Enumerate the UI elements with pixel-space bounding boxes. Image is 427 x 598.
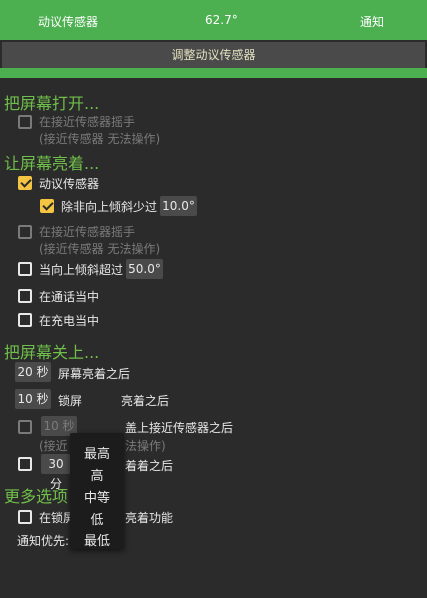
tab-notification[interactable]: 通知 (360, 13, 384, 30)
unless-tilt-label: 除非向上倾斜少过 (61, 200, 158, 214)
unless-tilt-checkbox[interactable] (40, 199, 54, 213)
priority-option-lowest[interactable]: 最低 (70, 530, 124, 549)
wave-keep-label: 在接近传感器摇手 (39, 225, 136, 239)
tilt-reading: 62.7° (205, 13, 238, 27)
screen-timeout-label: 屏幕亮着之后 (58, 367, 131, 381)
wave-keep-sublabel: (接近传感器 无法操作) (39, 242, 161, 256)
motion-sensor-checkbox[interactable] (18, 176, 32, 190)
screen-timeout-value[interactable]: 20 秒 (15, 362, 51, 382)
wave-on-checkbox[interactable] (18, 115, 32, 129)
lock-screen-label-end: 亮着功能 (125, 511, 174, 525)
in-call-checkbox[interactable] (18, 289, 32, 303)
accent-divider (0, 68, 427, 78)
cover-sensor-checkbox[interactable] (18, 420, 32, 434)
tilt-over-label: 当向上倾斜超过 (39, 263, 124, 277)
bright-timeout-checkbox[interactable] (18, 457, 32, 471)
priority-option-medium[interactable]: 中等 (70, 487, 124, 506)
bright-timeout-label: 着着之后 (125, 459, 174, 473)
unless-tilt-value[interactable]: 10.0° (160, 196, 197, 216)
wave-on-label: 在接近传感器摇手 (39, 115, 136, 129)
wave-keep-checkbox[interactable] (18, 225, 32, 239)
motion-sensor-label: 动议传感器 (39, 177, 100, 191)
adjust-sensor-button[interactable]: 调整动议传感器 (2, 42, 425, 68)
lock-timeout-value[interactable]: 10 秒 (15, 389, 51, 409)
priority-option-low[interactable]: 低 (70, 509, 124, 528)
tilt-over-checkbox[interactable] (18, 262, 32, 276)
priority-option-high[interactable]: 高 (70, 465, 124, 484)
top-bar: 动议传感器 62.7° 通知 (0, 0, 427, 40)
priority-option-highest[interactable]: 最高 (70, 443, 124, 462)
lock-screen-checkbox[interactable] (18, 510, 32, 524)
priority-popup-menu: 最高 高 中等 低 最低 (70, 433, 124, 549)
notify-priority-label: 通知优先: (17, 534, 70, 548)
tab-motion-sensor[interactable]: 动议传感器 (38, 13, 98, 30)
section-turn-on: 把屏幕打开... (4, 94, 100, 113)
lock-timeout-label-start: 锁屏 (58, 394, 83, 408)
section-more-options: 更多选项 (4, 487, 69, 506)
charging-label: 在充电当中 (39, 314, 100, 328)
section-turn-off: 把屏幕关上... (4, 343, 100, 362)
section-keep-on: 让屏幕亮着... (4, 154, 100, 173)
cover-sensor-sublabel-start: (接近 (39, 439, 68, 453)
lock-timeout-label-end: 亮着之后 (121, 394, 170, 408)
cover-sensor-sublabel-end: 法操作) (125, 439, 166, 453)
cover-sensor-label: 盖上接近传感器之后 (125, 421, 234, 435)
tilt-over-value[interactable]: 50.0° (126, 259, 163, 279)
bright-timeout-value[interactable]: 30 分 (41, 454, 71, 491)
in-call-label: 在通话当中 (39, 290, 100, 304)
wave-on-sublabel: (接近传感器 无法操作) (39, 132, 161, 146)
charging-checkbox[interactable] (18, 313, 32, 327)
